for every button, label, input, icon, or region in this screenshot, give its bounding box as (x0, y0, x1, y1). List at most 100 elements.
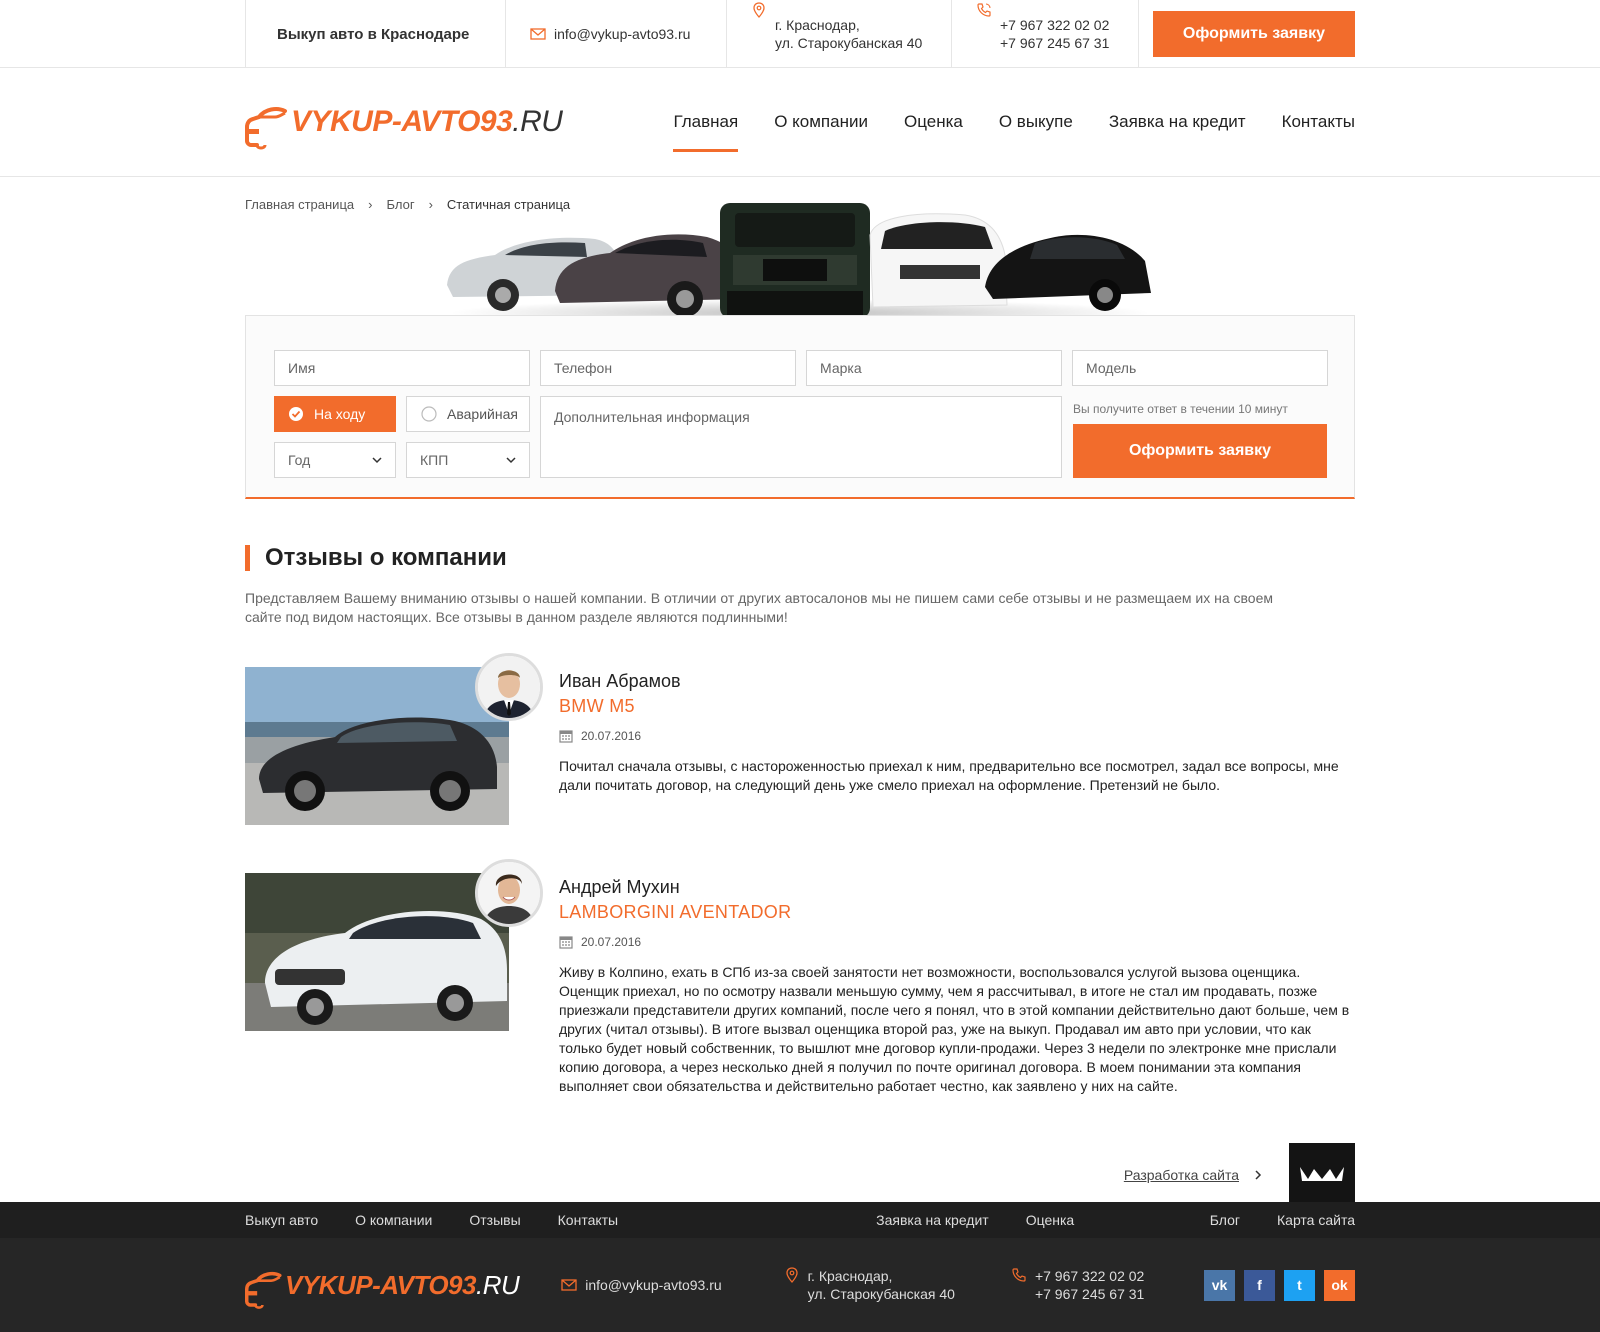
logo-car-icon (245, 1271, 282, 1309)
location-pin-icon (753, 2, 765, 18)
reviewer-avatar (475, 653, 543, 721)
site-header: VYKUP-AVTO93.RU Главная О компании Оценк… (0, 68, 1600, 177)
review-card: Иван Абрамов BMW M5 20.07.2016 Почитал с… (245, 653, 1355, 825)
phone-icon (1012, 1268, 1026, 1282)
footer-link-contacts[interactable]: Контакты (558, 1212, 618, 1228)
radio-circle-icon (421, 406, 437, 422)
nav-item-evaluation[interactable]: Оценка (904, 100, 963, 144)
social-links: vk f t ok (1204, 1269, 1355, 1301)
footer-email-text[interactable]: info@vykup-avto93.ru (585, 1277, 721, 1293)
footer-logo[interactable]: VYKUP-AVTO93.RU (245, 1250, 520, 1320)
facebook-icon[interactable]: f (1244, 1269, 1275, 1301)
footer-link-sitemap[interactable]: Карта сайта (1277, 1212, 1355, 1228)
nav-item-contacts[interactable]: Контакты (1282, 100, 1355, 144)
review-date-text: 20.07.2016 (581, 729, 642, 743)
footer-phone2[interactable]: +7 967 245 67 31 (1035, 1285, 1144, 1303)
crown-logo-icon (1300, 1167, 1344, 1181)
nav-item-about[interactable]: О компании (774, 100, 868, 144)
logo-text: VYKUP-AVTO93.RU (291, 105, 563, 138)
developer-logo[interactable] (1289, 1143, 1355, 1203)
condition-damaged-label: Аварийная (447, 406, 518, 422)
year-select-label: Год (288, 452, 311, 468)
chevron-down-icon (372, 457, 382, 464)
review-car-model: LAMBORGINI AVENTADOR (559, 902, 792, 922)
reviewer-name: Иван Абрамов (559, 671, 681, 691)
footer-link-reviews[interactable]: Отзывы (469, 1212, 520, 1228)
footer-link-credit[interactable]: Заявка на кредит (876, 1212, 989, 1228)
developer-link[interactable]: Разработка сайта (1124, 1167, 1263, 1183)
review-date: 20.07.2016 (559, 935, 1355, 949)
review-car-model: BMW M5 (559, 696, 635, 716)
nav-item-buyout[interactable]: О выкупе (999, 100, 1073, 144)
footer-email[interactable]: info@vykup-avto93.ru (561, 1277, 722, 1293)
topbar-phones: +7 967 322 02 02 +7 967 245 67 31 (951, 0, 1139, 68)
review-card: Андрей Мухин LAMBORGINI AVENTADOR 20.07.… (245, 859, 1355, 1096)
condition-running-option[interactable]: На ходу (274, 396, 396, 432)
request-form: Имя Телефон Марка Модель На ходу Аварийн… (245, 315, 1355, 499)
calendar-icon (559, 730, 573, 743)
top-bar: Выкуп авто в Краснодаре info@vykup-avto9… (0, 0, 1600, 68)
suv-car-image (245, 667, 509, 825)
reviews-description: Представляем Вашему вниманию отзывы о на… (245, 590, 1274, 625)
response-time-note: Вы получите ответ в течении 10 минут (1073, 402, 1288, 416)
form-submit-button[interactable]: Оформить заявку (1073, 424, 1327, 478)
calendar-icon (559, 936, 573, 949)
phone-input[interactable]: Телефон (540, 350, 796, 386)
footer-address: г. Краснодар, ул. Старокубанская 40 (784, 1267, 955, 1303)
topbar-phone2[interactable]: +7 967 245 67 31 (1000, 34, 1109, 52)
reviewer-avatar (475, 859, 543, 927)
footer-link-evaluation[interactable]: Оценка (1026, 1212, 1075, 1228)
topbar-title-cell: Выкуп авто в Краснодаре (245, 0, 505, 68)
topbar-phone1[interactable]: +7 967 322 02 02 (1000, 16, 1109, 34)
site-footer: VYKUP-AVTO93.RU info@vykup-avto93.ru г. … (0, 1238, 1600, 1332)
review-date: 20.07.2016 (559, 729, 1355, 743)
review-car-photo (245, 653, 543, 825)
topbar-address-line1: г. Краснодар, (775, 17, 860, 33)
nav-item-home[interactable]: Главная (673, 100, 738, 152)
developer-link-area: Разработка сайта (245, 1143, 1355, 1203)
chevron-right-icon (1255, 1170, 1262, 1180)
footer-link-blog[interactable]: Блог (1210, 1212, 1240, 1228)
review-text: Почитал сначала отзывы, с настороженност… (559, 758, 1339, 793)
model-input[interactable]: Модель (1072, 350, 1328, 386)
name-input[interactable]: Имя (274, 350, 530, 386)
footer-address-line1: г. Краснодар, (807, 1268, 893, 1284)
brand-input[interactable]: Марка (806, 350, 1062, 386)
footer-link-about[interactable]: О компании (355, 1212, 432, 1228)
main-nav: Главная О компании Оценка О выкупе Заявк… (637, 100, 1355, 152)
gearbox-select[interactable]: КПП (406, 442, 530, 478)
topbar-request-button[interactable]: Оформить заявку (1152, 11, 1355, 57)
vk-icon[interactable]: vk (1204, 1269, 1235, 1301)
topbar-address: г. Краснодар, ул. Старокубанская 40 (726, 0, 951, 68)
footer-nav: Выкуп авто О компании Отзывы Контакты За… (0, 1202, 1600, 1238)
condition-damaged-option[interactable]: Аварийная (406, 396, 530, 432)
topbar-cta-cell: Оформить заявку (1139, 0, 1355, 68)
sedan-car-image (245, 873, 509, 1031)
mail-icon (530, 28, 546, 40)
footer-link-buyout[interactable]: Выкуп авто (245, 1212, 318, 1228)
phone-icon (977, 3, 991, 17)
footer-phones: +7 967 322 02 02 +7 967 245 67 31 (1011, 1267, 1144, 1303)
twitter-icon[interactable]: t (1284, 1269, 1315, 1301)
review-text: Живу в Колпино, ехать в СПб из-за своей … (559, 964, 1350, 1094)
mail-icon (561, 1279, 577, 1291)
nav-item-credit[interactable]: Заявка на кредит (1109, 100, 1246, 144)
gearbox-select-label: КПП (420, 452, 449, 468)
site-logo[interactable]: VYKUP-AVTO93.RU (245, 87, 563, 157)
cars-illustration (447, 203, 1151, 327)
topbar-email[interactable]: info@vykup-avto93.ru (505, 0, 726, 68)
year-select[interactable]: Год (274, 442, 396, 478)
hero-cars-image (245, 195, 1355, 327)
footer-logo-text: VYKUP-AVTO93.RU (285, 1269, 520, 1300)
footer-address-line2: ул. Старокубанская 40 (807, 1286, 955, 1302)
additional-info-textarea[interactable]: Дополнительная информация (540, 396, 1062, 478)
logo-car-icon (245, 107, 287, 150)
footer-phone1[interactable]: +7 967 322 02 02 (1035, 1267, 1144, 1285)
review-body: Андрей Мухин LAMBORGINI AVENTADOR 20.07.… (559, 861, 1355, 1096)
location-pin-icon (786, 1267, 798, 1283)
reviews-title: Отзывы о компании (245, 545, 1355, 571)
odnoklassniki-icon[interactable]: ok (1324, 1269, 1355, 1301)
developer-link-label[interactable]: Разработка сайта (1124, 1167, 1239, 1183)
chevron-down-icon (506, 457, 516, 464)
topbar-email-text[interactable]: info@vykup-avto93.ru (554, 26, 690, 42)
